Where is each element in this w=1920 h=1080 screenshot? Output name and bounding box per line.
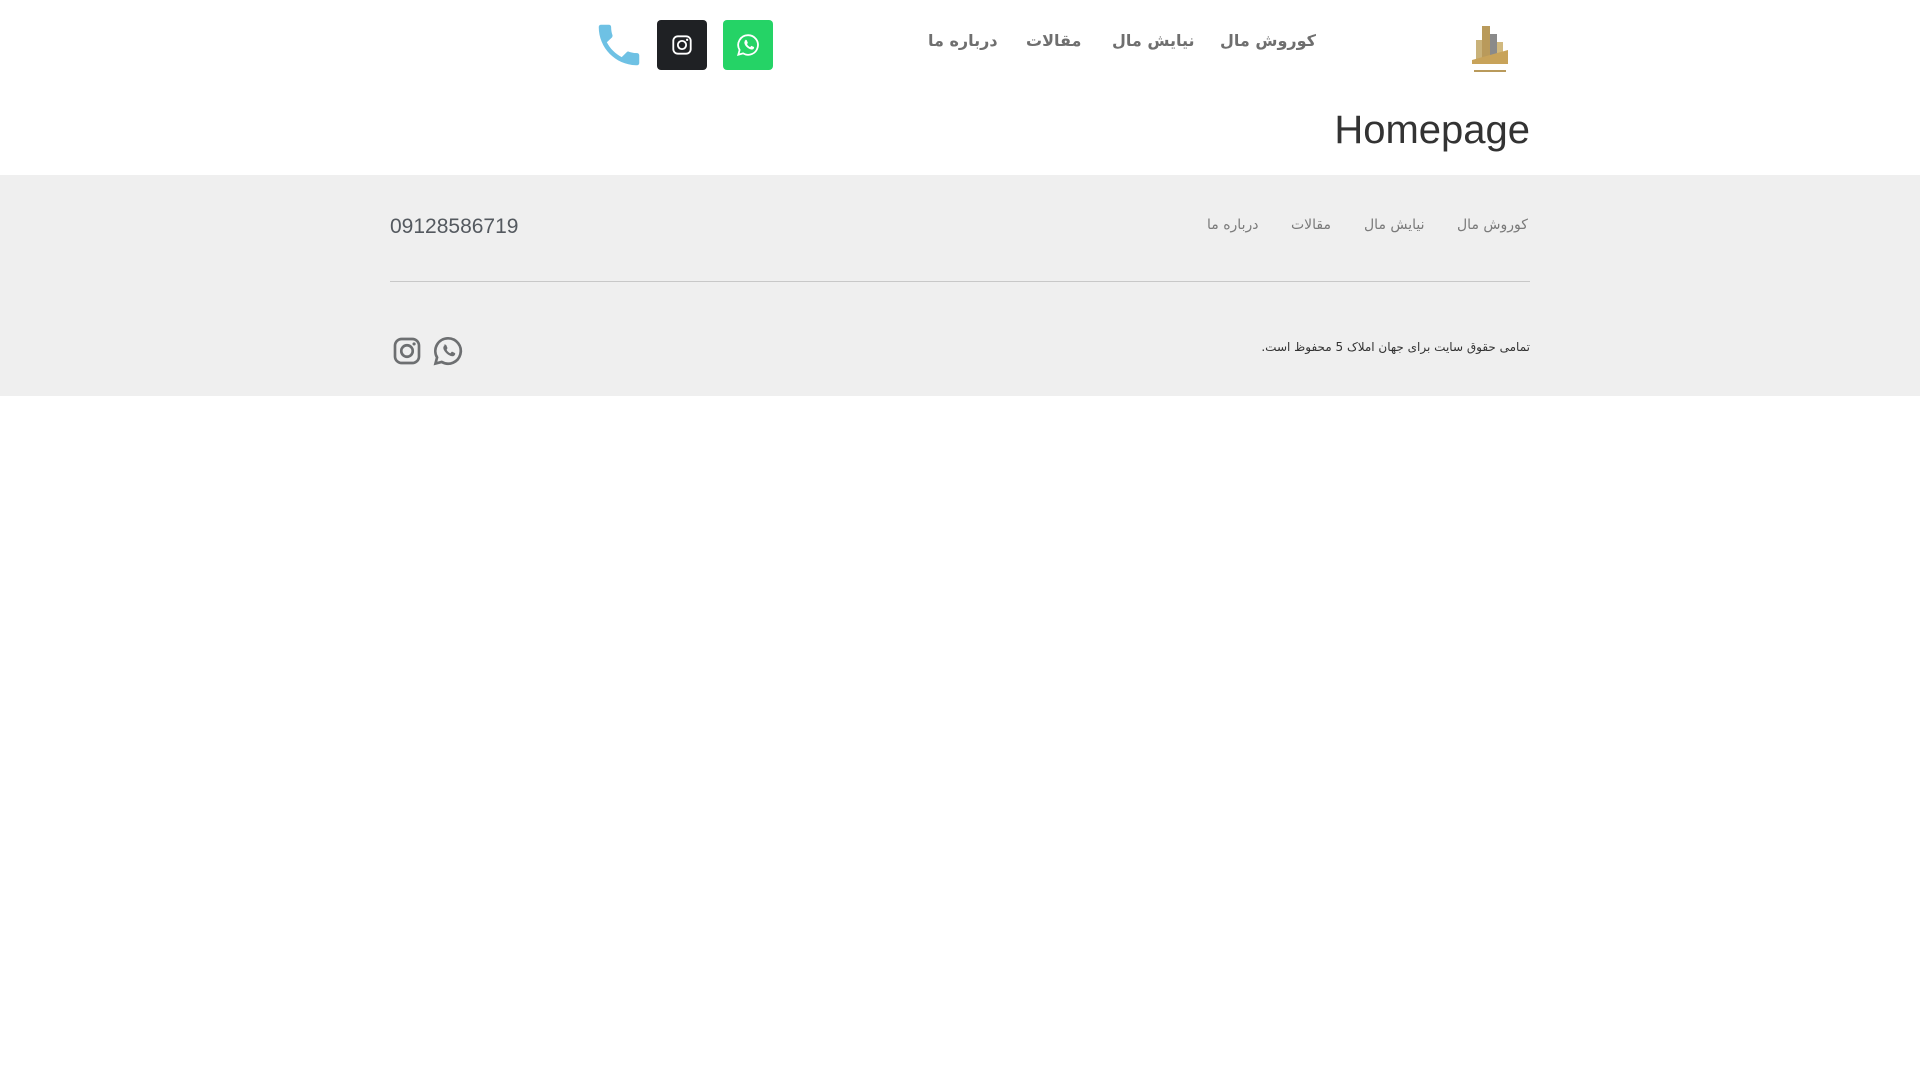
nav-link-niayesh-mall[interactable]: نیایش مال — [1112, 31, 1195, 50]
nav-link-kourosh-mall[interactable]: کوروش مال — [1220, 31, 1316, 50]
footer-link-niayesh-mall[interactable]: نیایش مال — [1364, 217, 1425, 233]
instagram-button[interactable] — [657, 20, 707, 70]
footer-link-articles[interactable]: مقالات — [1291, 217, 1331, 233]
instagram-icon — [672, 35, 692, 55]
whatsapp-icon — [737, 34, 759, 56]
whatsapp-button[interactable] — [723, 20, 773, 70]
page-title: Homepage — [1334, 108, 1530, 152]
footer-divider — [390, 281, 1530, 282]
footer-whatsapp-icon[interactable] — [432, 335, 464, 367]
footer-instagram-icon[interactable] — [391, 335, 423, 367]
phone-icon[interactable] — [592, 18, 646, 72]
footer-link-about-us[interactable]: درباره ما — [1207, 217, 1258, 233]
site-header: کوروش مال نیایش مال مقالات درباره ما — [0, 0, 1920, 100]
footer-link-kourosh-mall[interactable]: کوروش مال — [1457, 217, 1528, 233]
nav-link-articles[interactable]: مقالات — [1026, 31, 1081, 50]
copyright-text: تمامی حقوق سایت برای جهان املاک 5 محفوظ … — [1261, 340, 1530, 354]
footer-phone-number[interactable]: 09128586719 — [390, 215, 518, 239]
site-footer: کوروش مال نیایش مال مقالات درباره ما 091… — [0, 175, 1920, 396]
nav-link-about-us[interactable]: درباره ما — [928, 31, 998, 50]
building-logo-icon[interactable] — [1468, 20, 1512, 76]
